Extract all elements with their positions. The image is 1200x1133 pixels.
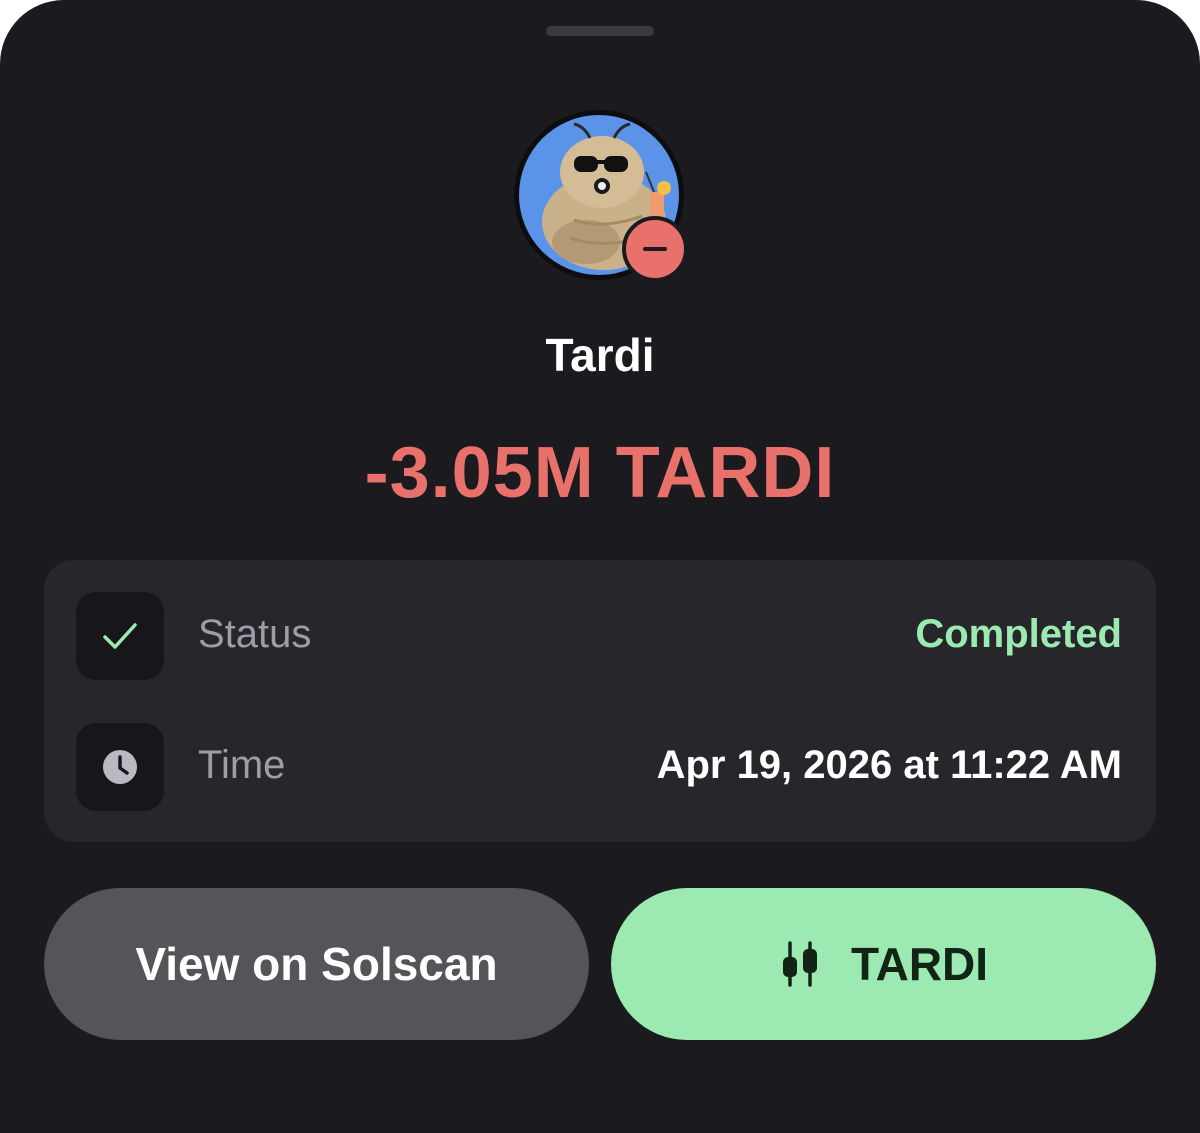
transaction-details-card: Status Completed Time Apr 19, 2026 at 11… [44,560,1156,842]
token-button-label: TARDI [850,938,989,990]
sheet-grabber[interactable] [546,26,654,36]
time-row: Time Apr 19, 2026 at 11:22 AM [44,723,1156,813]
token-avatar-group [514,110,688,284]
status-row: Status Completed [44,592,1156,682]
clock-icon [103,750,137,784]
time-label: Time [198,743,286,787]
candlestick-chart-icon [782,941,817,987]
transfer-amount: -3.05M TARDI [364,433,836,513]
solscan-button-label: View on Solscan [135,938,498,990]
transaction-sheet: Tardi -3.05M TARDI Status Completed Time… [0,0,1200,1133]
time-value: Apr 19, 2026 at 11:22 AM [656,743,1122,787]
time-icon-box [76,723,164,811]
token-name: Tardi [545,329,655,381]
status-icon-box [76,592,164,680]
view-on-solscan-button[interactable]: View on Solscan [44,888,589,1040]
token-chart-button[interactable]: TARDI [611,888,1156,1040]
check-icon [103,623,137,649]
minus-icon [622,216,688,282]
status-label: Status [198,612,312,656]
token-button-content: TARDI [779,888,988,1040]
status-value: Completed [915,612,1122,656]
